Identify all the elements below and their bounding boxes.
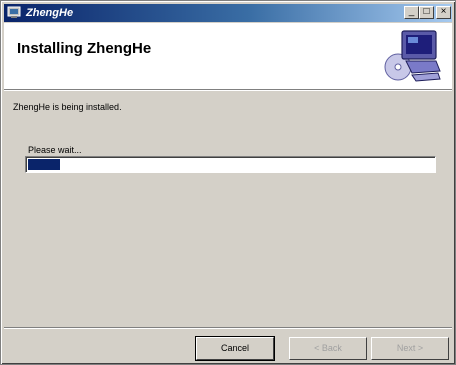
- back-button[interactable]: < Back: [289, 337, 367, 360]
- page-title: Installing ZhengHe: [17, 40, 152, 57]
- maximize-button[interactable]: □: [419, 6, 434, 19]
- title-bar[interactable]: ZhengHe _ □ ×: [4, 4, 452, 22]
- computer-installer-icon: [384, 30, 441, 82]
- window-title: ZhengHe: [26, 7, 74, 19]
- cancel-button[interactable]: Cancel: [195, 336, 275, 361]
- install-status-text: ZhengHe is being installed.: [13, 102, 122, 112]
- progress-label: Please wait...: [28, 145, 82, 155]
- minimize-icon: _: [408, 6, 415, 17]
- header-divider: [4, 89, 452, 91]
- close-button[interactable]: ×: [436, 6, 451, 19]
- next-button[interactable]: Next >: [371, 337, 449, 360]
- progress-bar-fill: [28, 159, 60, 170]
- maximize-icon: □: [423, 6, 430, 17]
- wizard-header: Installing ZhengHe: [4, 23, 452, 89]
- install-progress-bar: [25, 156, 436, 173]
- close-icon: ×: [440, 6, 447, 17]
- minimize-button[interactable]: _: [404, 6, 419, 19]
- installer-window: ZhengHe _ □ × Installing ZhengHe ZhengHe…: [0, 0, 456, 365]
- installer-icon: [7, 6, 21, 18]
- footer-divider: [4, 327, 452, 329]
